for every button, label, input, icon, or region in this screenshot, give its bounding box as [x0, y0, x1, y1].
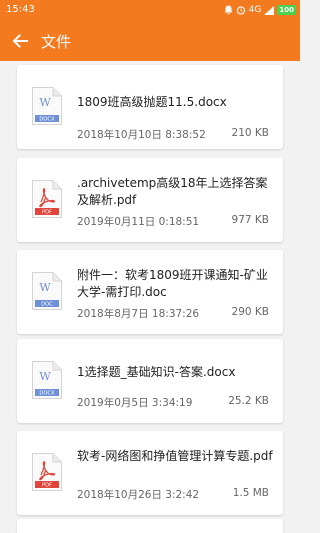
- file-item[interactable]: PDF .archivetemp高级18年上选择答案及解析.pdf 2019年0…: [17, 158, 283, 242]
- file-name: 1809班高级抛题11.5.docx: [77, 95, 227, 109]
- svg-text:DOC: DOC: [41, 302, 53, 308]
- file-date: 2018年8月7日 18:37:26: [77, 308, 200, 320]
- page-title: 文件: [41, 33, 72, 51]
- file-name: .archivetemp高级18年上选择答案及解析.pdf: [77, 176, 268, 207]
- file-item[interactable]: [17, 519, 283, 533]
- signal-icon: [264, 5, 275, 15]
- file-size: 290 KB: [231, 306, 269, 318]
- pdf-document-icon: PDF: [32, 180, 62, 218]
- svg-text:W: W: [39, 96, 51, 109]
- status-bar: 15:43 4G 100: [0, 0, 300, 20]
- svg-text:PDF: PDF: [42, 210, 52, 216]
- word-document-icon: W DOCX: [32, 87, 62, 125]
- file-item[interactable]: W DOCX 1809班高级抛题11.5.docx 2018年10月10日 8:…: [17, 65, 283, 149]
- status-icons: 4G 100: [224, 3, 296, 17]
- file-name: 软考-网络图和挣值管理计算专题.pdf: [77, 449, 273, 463]
- file-date: 2018年10月10日 8:38:52: [77, 129, 206, 141]
- word-document-icon: W DOCX: [32, 361, 62, 399]
- file-list: W DOCX 1809班高级抛题11.5.docx 2018年10月10日 8:…: [0, 61, 300, 533]
- app-bar: 文件: [0, 20, 300, 61]
- file-size: 1.5 MB: [232, 487, 269, 499]
- notification-bell-icon: [224, 5, 233, 15]
- pdf-document-icon: PDF: [32, 453, 62, 491]
- file-item[interactable]: W DOC 附件一：软考1809班开课通知-矿业大学-需打印.doc 2018年…: [17, 250, 283, 334]
- file-size: 25.2 KB: [228, 395, 269, 407]
- file-name: 1选择题_基础知识-答案.docx: [77, 365, 236, 379]
- alarm-clock-icon: [236, 5, 246, 15]
- file-name: 附件一：软考1809班开课通知-矿业大学-需打印.doc: [77, 268, 268, 299]
- file-size: 210 KB: [231, 127, 269, 139]
- back-button[interactable]: [6, 27, 34, 55]
- svg-text:W: W: [39, 370, 51, 383]
- file-date: 2019年0月5日 3:34:19: [77, 397, 193, 409]
- file-size: 977 KB: [231, 214, 269, 226]
- svg-text:DOCX: DOCX: [39, 117, 55, 123]
- word-document-icon: W DOC: [32, 272, 62, 310]
- file-item[interactable]: PDF 软考-网络图和挣值管理计算专题.pdf 2018年10月26日 3:2:…: [17, 431, 283, 515]
- svg-text:PDF: PDF: [42, 483, 52, 489]
- status-time: 15:43: [6, 4, 35, 15]
- file-item[interactable]: W DOCX 1选择题_基础知识-答案.docx 2019年0月5日 3:34:…: [17, 339, 283, 423]
- file-date: 2019年0月11日 0:18:51: [77, 216, 200, 228]
- svg-text:W: W: [39, 281, 51, 294]
- arrow-left-icon: [12, 34, 28, 48]
- network-type: 4G: [248, 5, 262, 15]
- svg-text:DOCX: DOCX: [39, 391, 55, 397]
- battery-icon: 100: [277, 5, 296, 15]
- file-date: 2018年10月26日 3:2:42: [77, 489, 200, 501]
